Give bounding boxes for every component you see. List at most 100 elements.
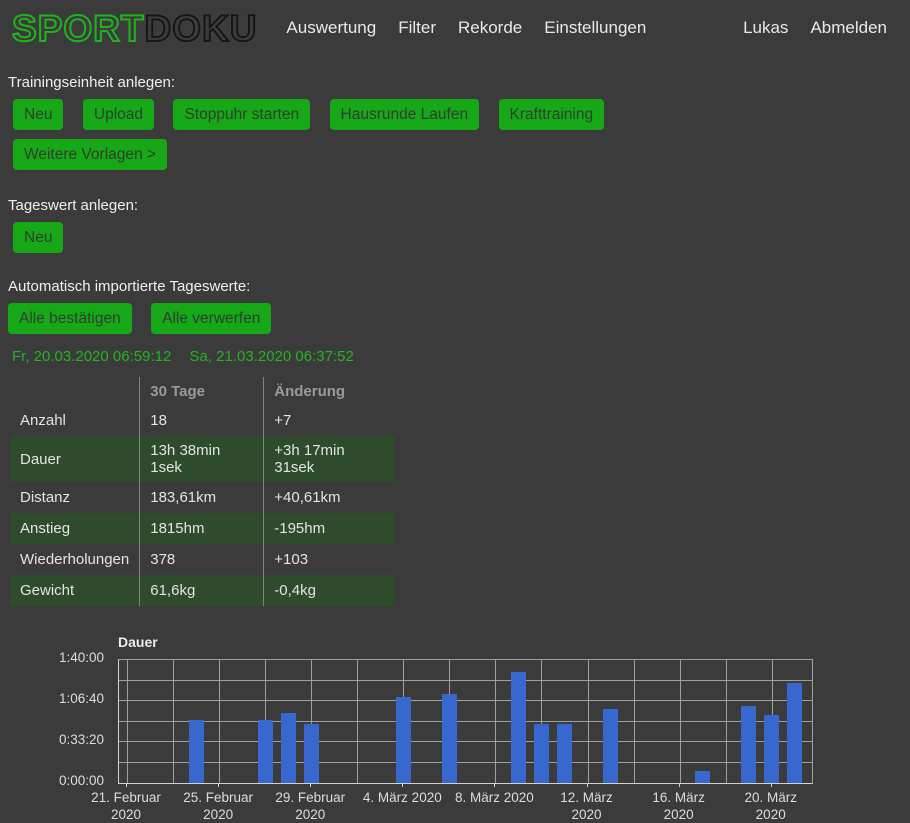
tageswert-buttons-row: Neu	[13, 222, 902, 262]
y-tick-label: 1:40:00	[8, 650, 104, 665]
metric-label: Anstieg	[10, 513, 140, 544]
v-gridline	[634, 660, 635, 783]
hausrunde-laufen-button[interactable]: Hausrunde Laufen	[330, 99, 480, 130]
metric-label: Anzahl	[10, 405, 140, 436]
duration-bar	[787, 683, 802, 783]
main-content: Trainingseinheit anlegen: Neu Upload Sto…	[0, 56, 910, 814]
x-tick	[218, 783, 219, 787]
metric-label: Gewicht	[10, 575, 140, 606]
chart-title: Dauer	[118, 634, 158, 650]
alle-bestaetigen-button[interactable]: Alle bestätigen	[8, 303, 132, 334]
table-row-anstieg: Anstieg 1815hm -195hm	[10, 513, 395, 544]
h-gridline	[119, 741, 812, 742]
auto-import-section-label: Automatisch importierte Tageswerte:	[8, 278, 902, 295]
metric-value: 378	[140, 544, 264, 575]
x-tick	[587, 783, 588, 787]
duration-bar	[396, 697, 411, 784]
metric-value: 1815hm	[140, 513, 264, 544]
metric-change: -0,4kg	[264, 575, 396, 606]
metric-change: +103	[264, 544, 396, 575]
duration-bar	[557, 724, 572, 783]
duration-bar	[442, 694, 457, 783]
training-section-label: Trainingseinheit anlegen:	[8, 74, 902, 91]
neu-training-button[interactable]: Neu	[13, 99, 63, 130]
tageswert-section-label: Tageswert anlegen:	[8, 197, 902, 214]
x-tick	[679, 783, 680, 787]
training-buttons-row2: Weitere Vorlagen >	[13, 139, 902, 179]
x-tick	[402, 783, 403, 787]
h-gridline	[119, 700, 812, 701]
auto-import-buttons-row: Alle bestätigen Alle verwerfen	[8, 303, 902, 343]
x-tick	[126, 783, 127, 787]
imported-value-link-1[interactable]: Fr, 20.03.2020 06:59:12	[12, 348, 171, 365]
v-gridline	[219, 660, 220, 783]
v-gridline	[357, 660, 358, 783]
table-row-gewicht: Gewicht 61,6kg -0,4kg	[10, 575, 395, 606]
metric-value: 183,61km	[140, 482, 264, 513]
duration-bar	[304, 724, 319, 783]
duration-bar	[741, 706, 756, 783]
navbar: SPORTDOKU Auswertung Filter Rekorde Eins…	[0, 0, 910, 56]
metric-change: +7	[264, 405, 396, 436]
nav-rekorde[interactable]: Rekorde	[458, 18, 522, 38]
duration-bar	[534, 724, 549, 783]
duration-chart: Dauer 0:00:000:33:201:06:401:40:0021. Fe…	[8, 634, 902, 814]
duration-bar	[281, 713, 296, 783]
duration-bar	[189, 720, 204, 783]
krafttraining-button[interactable]: Krafttraining	[499, 99, 605, 130]
metric-label: Distanz	[10, 482, 140, 513]
header-empty	[10, 377, 140, 405]
nav-filter[interactable]: Filter	[398, 18, 436, 38]
training-buttons-row: Neu Upload Stoppuhr starten Hausrunde La…	[13, 99, 902, 139]
neu-tageswert-button[interactable]: Neu	[13, 222, 63, 253]
metric-value: 61,6kg	[140, 575, 264, 606]
logo-sport: SPORT	[12, 8, 144, 49]
imported-value-link-2[interactable]: Sa, 21.03.2020 06:37:52	[189, 348, 353, 365]
v-gridline	[173, 660, 174, 783]
x-tick-label: 20. März 2020	[711, 789, 831, 823]
y-tick-label: 0:33:20	[8, 732, 104, 747]
header-30-tage: 30 Tage	[140, 377, 264, 405]
summary-header-row: 30 Tage Änderung	[10, 377, 395, 405]
table-row-distanz: Distanz 183,61km +40,61km	[10, 482, 395, 513]
duration-bar	[603, 709, 618, 783]
v-gridline	[680, 660, 681, 783]
duration-chart-plot	[118, 659, 813, 784]
upload-button[interactable]: Upload	[83, 99, 154, 130]
v-gridline	[588, 660, 589, 783]
duration-bar	[695, 771, 710, 784]
x-tick	[771, 783, 772, 787]
table-row-wiederholungen: Wiederholungen 378 +103	[10, 544, 395, 575]
duration-bar	[764, 715, 779, 783]
duration-bar	[511, 672, 526, 783]
metric-value: 13h 38min 1sek	[140, 436, 264, 482]
metric-change: +3h 17min 31sek	[264, 436, 396, 482]
metric-label: Dauer	[10, 436, 140, 482]
nav-user[interactable]: Lukas	[743, 18, 788, 38]
y-tick-label: 0:00:00	[8, 773, 104, 788]
weitere-vorlagen-button[interactable]: Weitere Vorlagen >	[13, 139, 167, 170]
summary-table: 30 Tage Änderung Anzahl 18 +7 Dauer 13h …	[10, 377, 395, 606]
table-row-anzahl: Anzahl 18 +7	[10, 405, 395, 436]
metric-change: +40,61km	[264, 482, 396, 513]
duration-bar	[258, 720, 273, 783]
y-tick-label: 1:06:40	[8, 691, 104, 706]
imported-values-links: Fr, 20.03.2020 06:59:12 Sa, 21.03.2020 0…	[12, 348, 902, 365]
app-logo[interactable]: SPORTDOKU	[12, 10, 257, 47]
table-row-dauer: Dauer 13h 38min 1sek +3h 17min 31sek	[10, 436, 395, 482]
x-tick	[494, 783, 495, 787]
v-gridline	[127, 660, 128, 783]
stoppuhr-starten-button[interactable]: Stoppuhr starten	[173, 99, 310, 130]
metric-change: -195hm	[264, 513, 396, 544]
h-gridline	[119, 680, 812, 681]
metric-label: Wiederholungen	[10, 544, 140, 575]
h-gridline	[119, 762, 812, 763]
v-gridline	[495, 660, 496, 783]
nav-einstellungen[interactable]: Einstellungen	[544, 18, 646, 38]
header-aenderung: Änderung	[264, 377, 396, 405]
nav-abmelden[interactable]: Abmelden	[810, 18, 887, 38]
nav-auswertung[interactable]: Auswertung	[286, 18, 376, 38]
metric-value: 18	[140, 405, 264, 436]
alle-verwerfen-button[interactable]: Alle verwerfen	[151, 303, 271, 334]
v-gridline	[726, 660, 727, 783]
